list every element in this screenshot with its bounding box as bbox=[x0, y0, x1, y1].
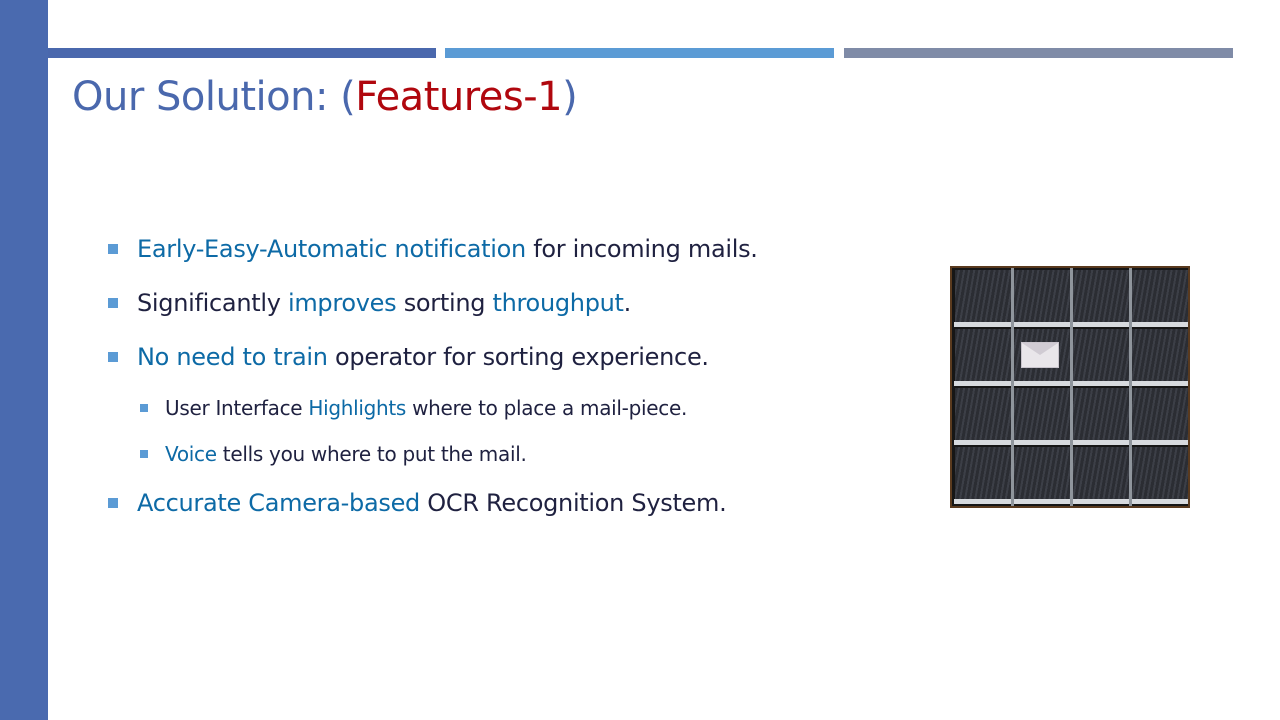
slide-title-main: Our Solution: ( bbox=[72, 74, 356, 120]
bullet-highlight: improves bbox=[287, 289, 397, 317]
shelf-cubby bbox=[1132, 270, 1188, 326]
shelf-floor bbox=[1013, 381, 1071, 386]
bullet-text: User Interface bbox=[165, 396, 309, 420]
mail-sorting-shelf-image bbox=[950, 266, 1190, 508]
shelf-floor bbox=[954, 440, 1012, 445]
shelf-floor bbox=[1072, 499, 1130, 504]
left-accent-band bbox=[0, 0, 48, 720]
shelf-cubby bbox=[1132, 388, 1188, 444]
shelf-floor bbox=[1072, 381, 1130, 386]
shelf-floor bbox=[1131, 499, 1188, 504]
shelf-divider bbox=[1070, 268, 1073, 506]
shelf-cubby bbox=[1132, 447, 1188, 503]
slide-title: Our Solution: (Features-1) bbox=[72, 74, 578, 120]
top-bar-segment-2 bbox=[445, 48, 834, 58]
sub-bullet-square-icon bbox=[140, 404, 148, 412]
shelf-cubby bbox=[955, 388, 1011, 444]
sub-bullet-square-icon bbox=[140, 450, 148, 458]
shelf-floor bbox=[1131, 322, 1188, 327]
bullet-highlight: Voice bbox=[165, 442, 217, 466]
shelf-cubby bbox=[1073, 270, 1129, 326]
bullet-text: operator for sorting experience. bbox=[327, 343, 709, 371]
shelf-cubby bbox=[955, 447, 1011, 503]
top-bar-segment-3 bbox=[844, 48, 1233, 58]
bullet-text: . bbox=[623, 289, 632, 317]
bullet-item: Accurate Camera-based OCR Recognition Sy… bbox=[108, 484, 908, 538]
shelf-cubby bbox=[1132, 329, 1188, 385]
bullet-square-icon bbox=[108, 298, 118, 308]
shelf-cubby bbox=[1073, 329, 1129, 385]
envelope-icon bbox=[1021, 342, 1059, 368]
bullet-square-icon bbox=[108, 352, 118, 362]
top-bar-segment-1 bbox=[48, 48, 436, 58]
bullet-text: where to place a mail-piece. bbox=[406, 396, 688, 420]
shelf-floor bbox=[1013, 440, 1071, 445]
shelf-cubby bbox=[1014, 388, 1070, 444]
shelf-cubby bbox=[1014, 270, 1070, 326]
shelf-floor bbox=[954, 322, 1012, 327]
shelf-cubby bbox=[1073, 447, 1129, 503]
shelf-cubby bbox=[955, 329, 1011, 385]
sub-bullet-item: User Interface Highlights where to place… bbox=[140, 392, 908, 438]
bullet-item: No need to train operator for sorting ex… bbox=[108, 338, 908, 392]
shelf-floor bbox=[1072, 440, 1130, 445]
bullet-text: sorting bbox=[396, 289, 493, 317]
bullet-square-icon bbox=[108, 498, 118, 508]
shelf-floor bbox=[1131, 381, 1188, 386]
shelf-floor bbox=[1013, 322, 1071, 327]
shelf-floor bbox=[954, 381, 1012, 386]
shelf-divider bbox=[1011, 268, 1014, 506]
shelf-cubby bbox=[955, 270, 1011, 326]
shelf-floor bbox=[1131, 440, 1188, 445]
bullet-list: Early-Easy-Automatic notification for in… bbox=[108, 230, 908, 538]
bullet-highlight: throughput bbox=[492, 289, 624, 317]
shelf-divider bbox=[1129, 268, 1132, 506]
bullet-highlight: Highlights bbox=[308, 396, 407, 420]
slide-title-close: ) bbox=[562, 74, 578, 120]
bullet-square-icon bbox=[108, 244, 118, 254]
shelf-cubby bbox=[1014, 447, 1070, 503]
shelf-floor bbox=[1072, 322, 1130, 327]
bullet-text: for incoming mails. bbox=[525, 235, 758, 263]
bullet-text: tells you where to put the mail. bbox=[216, 442, 527, 466]
slide-title-accent: Features-1 bbox=[355, 74, 563, 120]
sub-bullet-item: Voice tells you where to put the mail. bbox=[140, 438, 908, 484]
bullet-highlight: Early-Easy-Automatic notification bbox=[137, 235, 526, 263]
shelf-cubby bbox=[1073, 388, 1129, 444]
bullet-item: Early-Easy-Automatic notification for in… bbox=[108, 230, 908, 284]
shelf-floor bbox=[1013, 499, 1071, 504]
shelf-floor bbox=[954, 499, 1012, 504]
bullet-text: OCR Recognition System. bbox=[419, 489, 727, 517]
bullet-text: Significantly bbox=[137, 289, 288, 317]
bullet-highlight: No need to train bbox=[137, 343, 328, 371]
bullet-item: Significantly improves sorting throughpu… bbox=[108, 284, 908, 338]
bullet-highlight: Accurate Camera-based bbox=[137, 489, 420, 517]
